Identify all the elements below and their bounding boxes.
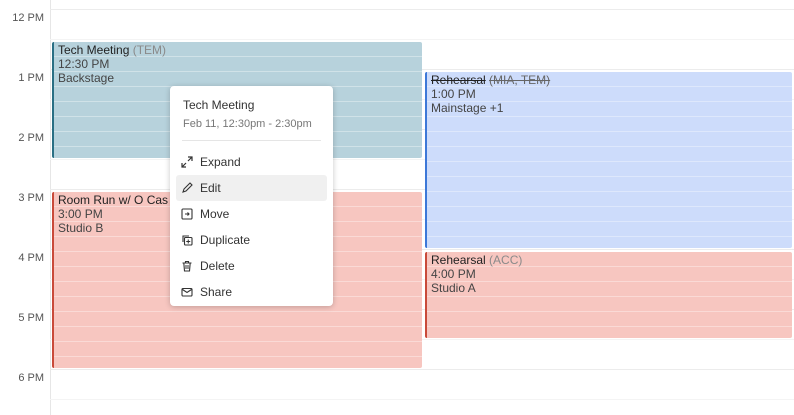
menu-item-move[interactable]: Move <box>176 201 327 227</box>
event-content: Tech Meeting (TEM) 12:30 PM Backstage <box>58 43 418 85</box>
event-rehearsal-mainstage[interactable]: Rehearsal (MIA, TEM) 1:00 PM Mainstage +… <box>425 72 792 248</box>
event-location: Studio A <box>431 281 476 295</box>
trash-icon <box>180 259 194 273</box>
menu-item-label: Expand <box>200 155 241 169</box>
event-time: 1:00 PM <box>431 87 476 101</box>
menu-item-label: Duplicate <box>200 233 251 247</box>
event-title: Tech Meeting <box>58 43 130 57</box>
duplicate-icon <box>180 233 194 247</box>
event-code: (MIA, TEM) <box>489 73 551 87</box>
popup-title: Tech Meeting <box>183 98 255 112</box>
time-label-2pm: 2 PM <box>18 132 44 144</box>
menu-item-edit[interactable]: Edit <box>176 175 327 201</box>
menu-item-delete[interactable]: Delete <box>176 253 327 279</box>
event-code: (TEM) <box>132 43 167 57</box>
grid-line <box>50 9 794 10</box>
time-label-12pm: 12 PM <box>12 12 44 24</box>
event-code: (ACC) <box>489 253 523 267</box>
grid-line <box>50 39 794 40</box>
event-title-line: Tech Meeting (TEM) <box>58 43 418 57</box>
menu-item-label: Delete <box>200 259 235 273</box>
menu-item-expand[interactable]: Expand <box>176 149 327 175</box>
event-content: Rehearsal (MIA, TEM) 1:00 PM Mainstage +… <box>431 73 788 115</box>
time-label-4pm: 4 PM <box>18 252 44 264</box>
event-content: Rehearsal (ACC) 4:00 PM Studio A <box>431 253 788 295</box>
grid-line <box>50 369 794 370</box>
menu-item-label: Edit <box>200 181 221 195</box>
popup-date: Feb 11, 12:30pm - 2:30pm <box>183 118 312 130</box>
pencil-icon <box>180 181 194 195</box>
event-time: 12:30 PM <box>58 57 110 71</box>
time-label-3pm: 3 PM <box>18 192 44 204</box>
move-icon <box>180 207 194 221</box>
event-context-menu: Tech Meeting Feb 11, 12:30pm - 2:30pm Ex… <box>170 86 333 306</box>
event-title: Rehearsal <box>431 253 486 267</box>
popup-divider <box>182 140 321 141</box>
event-title: Rehearsal <box>431 73 486 87</box>
grid-line <box>50 399 794 400</box>
event-rehearsal-studio-a[interactable]: Rehearsal (ACC) 4:00 PM Studio A <box>425 252 792 338</box>
menu-item-share[interactable]: Share <box>176 279 327 305</box>
event-title-line: Rehearsal (MIA, TEM) <box>431 73 788 87</box>
time-label-1pm: 1 PM <box>18 72 44 84</box>
event-time: 4:00 PM <box>431 267 476 281</box>
expand-icon <box>180 155 194 169</box>
time-label-6pm: 6 PM <box>18 372 44 384</box>
event-location: Backstage <box>58 71 115 85</box>
event-title-line: Rehearsal (ACC) <box>431 253 788 267</box>
share-icon <box>180 285 194 299</box>
time-label-5pm: 5 PM <box>18 312 44 324</box>
event-location: Mainstage +1 <box>431 101 504 115</box>
menu-item-label: Share <box>200 285 233 299</box>
menu-item-duplicate[interactable]: Duplicate <box>176 227 327 253</box>
menu-item-label: Move <box>200 207 230 221</box>
time-gutter: 12 PM 1 PM 2 PM 3 PM 4 PM 5 PM 6 PM <box>0 0 51 415</box>
